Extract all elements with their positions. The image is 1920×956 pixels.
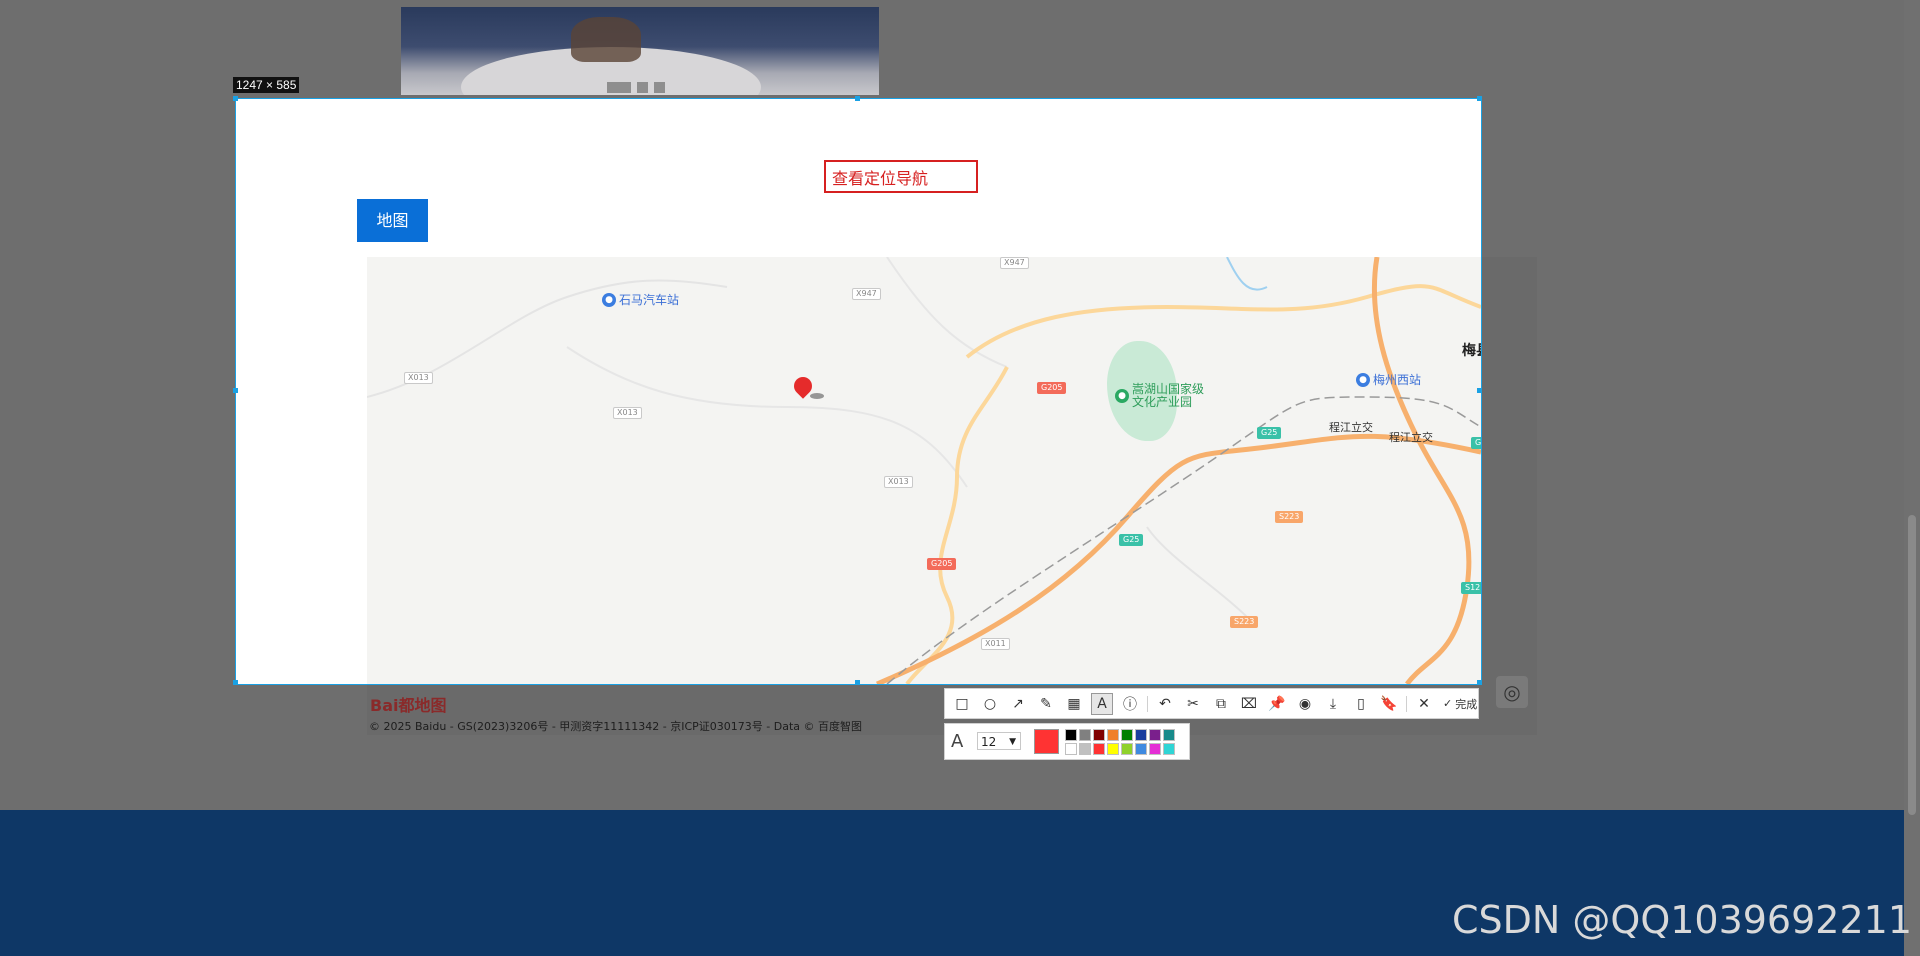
- scrollbar-thumb[interactable]: [1908, 515, 1916, 815]
- arrow-icon[interactable]: ↗: [1007, 693, 1029, 715]
- road-label: X013: [613, 407, 642, 419]
- locate-icon[interactable]: ◎: [1496, 676, 1528, 708]
- train-icon: ●: [1356, 372, 1370, 387]
- road-label: S12: [1461, 582, 1481, 594]
- road-label: S223: [1230, 616, 1259, 628]
- text-options-bar: A 12 ▼: [944, 723, 1190, 760]
- road-label: X947: [852, 288, 881, 300]
- carousel-dot[interactable]: [637, 82, 648, 93]
- chevron-down-icon: ▼: [1009, 737, 1016, 747]
- page-scrollbar[interactable]: [1904, 0, 1920, 956]
- ellipse-icon[interactable]: ○: [979, 693, 1001, 715]
- resize-handle[interactable]: [233, 96, 238, 101]
- map-button[interactable]: 地图: [357, 199, 428, 242]
- road-label: G205: [927, 558, 957, 570]
- mosaic-icon[interactable]: ▦: [1063, 693, 1085, 715]
- color-swatch[interactable]: [1107, 743, 1119, 755]
- color-swatch[interactable]: [1079, 729, 1091, 741]
- road-label: X013: [404, 372, 433, 384]
- poi-train-station[interactable]: ● 梅州西站: [1356, 371, 1421, 388]
- road-label: X011: [981, 638, 1010, 650]
- place-meixian: 梅县区: [1462, 343, 1481, 359]
- ocr-icon[interactable]: ⧉: [1210, 693, 1232, 715]
- check-icon: ✓: [1443, 697, 1453, 710]
- screenshot-toolbar: □ ○ ↗ ✎ ▦ Aⓘ ↶ ✂ ⧉ ⌧ 📌 ◉ ⤓ ▯ 🔖 ✕ ✓ 完成: [944, 688, 1479, 719]
- color-palette: [1065, 729, 1175, 755]
- color-swatch[interactable]: [1065, 743, 1077, 755]
- pin-shadow: [810, 393, 824, 399]
- resize-handle[interactable]: [233, 388, 238, 393]
- road-label: G25: [1257, 427, 1282, 439]
- close-icon[interactable]: ✕: [1413, 693, 1435, 715]
- phone-icon[interactable]: ▯: [1350, 693, 1372, 715]
- done-button[interactable]: ✓ 完成: [1443, 696, 1477, 712]
- color-swatch[interactable]: [1121, 729, 1133, 741]
- number-icon[interactable]: ⓘ: [1119, 693, 1141, 715]
- color-swatch[interactable]: [1135, 743, 1147, 755]
- font-size-select[interactable]: 12 ▼: [977, 732, 1021, 750]
- color-swatch[interactable]: [1149, 743, 1161, 755]
- carousel-dot-active[interactable]: [607, 82, 631, 93]
- nav-text-annotation[interactable]: 查看定位导航: [824, 160, 978, 193]
- color-swatch[interactable]: [1093, 743, 1105, 755]
- place-interchange: 程江立交: [1329, 421, 1373, 434]
- map-roads: [367, 257, 1481, 684]
- done-label: 完成: [1455, 697, 1478, 711]
- current-color-swatch[interactable]: [1034, 729, 1059, 754]
- road-label: G205: [1037, 382, 1067, 394]
- color-swatch[interactable]: [1079, 743, 1091, 755]
- pin-icon[interactable]: 📌: [1266, 693, 1288, 715]
- toolbar-separator: [1147, 695, 1148, 712]
- pencil-icon[interactable]: ✎: [1035, 693, 1057, 715]
- color-swatch[interactable]: [1065, 729, 1077, 741]
- park-icon: ●: [1115, 389, 1129, 403]
- carousel-dot[interactable]: [654, 82, 665, 93]
- map-copyright: © 2025 Baidu - GS(2023)3206号 - 甲测资字11111…: [369, 720, 863, 733]
- selection-size-badge: 1247 × 585: [233, 77, 300, 93]
- text-icon[interactable]: A: [1091, 692, 1113, 715]
- road-label: X947: [1000, 257, 1029, 269]
- resize-handle[interactable]: [1477, 680, 1482, 685]
- rectangle-icon[interactable]: □: [951, 693, 973, 715]
- watermark: CSDN @QQ1039692211: [1451, 898, 1912, 942]
- color-swatch[interactable]: [1163, 743, 1175, 755]
- resize-handle[interactable]: [233, 680, 238, 685]
- bus-icon: ●: [602, 292, 616, 307]
- undo-icon[interactable]: ↶: [1154, 693, 1176, 715]
- poi-park[interactable]: ● 嵩湖山国家级 文化产业园: [1115, 383, 1204, 409]
- color-swatch[interactable]: [1121, 743, 1133, 755]
- translate-icon[interactable]: ⌧: [1238, 693, 1260, 715]
- bookmark-icon[interactable]: 🔖: [1378, 693, 1400, 715]
- baidu-map-logo: Bai都地图: [370, 696, 447, 715]
- screenshot-selection[interactable]: 查看定位导航 地图 ●石马汽车站 ●梅州西站 ● 嵩湖山国家级 文化产业园 梅县: [235, 98, 1482, 685]
- color-swatch[interactable]: [1135, 729, 1147, 741]
- resize-handle[interactable]: [855, 96, 860, 101]
- carousel-dots[interactable]: [607, 82, 665, 93]
- map-view[interactable]: ●石马汽车站 ●梅州西站 ● 嵩湖山国家级 文化产业园 梅县区 程江立交 程江立…: [367, 257, 1481, 684]
- road-label: G25: [1471, 437, 1481, 449]
- place-interchange: 程江立交: [1389, 431, 1433, 444]
- color-swatch[interactable]: [1093, 729, 1105, 741]
- color-swatch[interactable]: [1163, 729, 1175, 741]
- road-label: S223: [1275, 511, 1304, 523]
- record-icon[interactable]: ◉: [1294, 693, 1316, 715]
- color-swatch[interactable]: [1107, 729, 1119, 741]
- download-icon[interactable]: ⤓: [1322, 693, 1344, 715]
- font-icon: A: [951, 731, 964, 752]
- resize-handle[interactable]: [1477, 388, 1482, 393]
- toolbar-separator: [1406, 695, 1407, 712]
- scissors-icon[interactable]: ✂: [1182, 693, 1204, 715]
- resize-handle[interactable]: [1477, 96, 1482, 101]
- color-swatch[interactable]: [1149, 729, 1161, 741]
- road-label: G25: [1119, 534, 1144, 546]
- road-label: X013: [884, 476, 913, 488]
- poi-bus-station[interactable]: ● 石马汽车站: [602, 291, 679, 308]
- resize-handle[interactable]: [855, 680, 860, 685]
